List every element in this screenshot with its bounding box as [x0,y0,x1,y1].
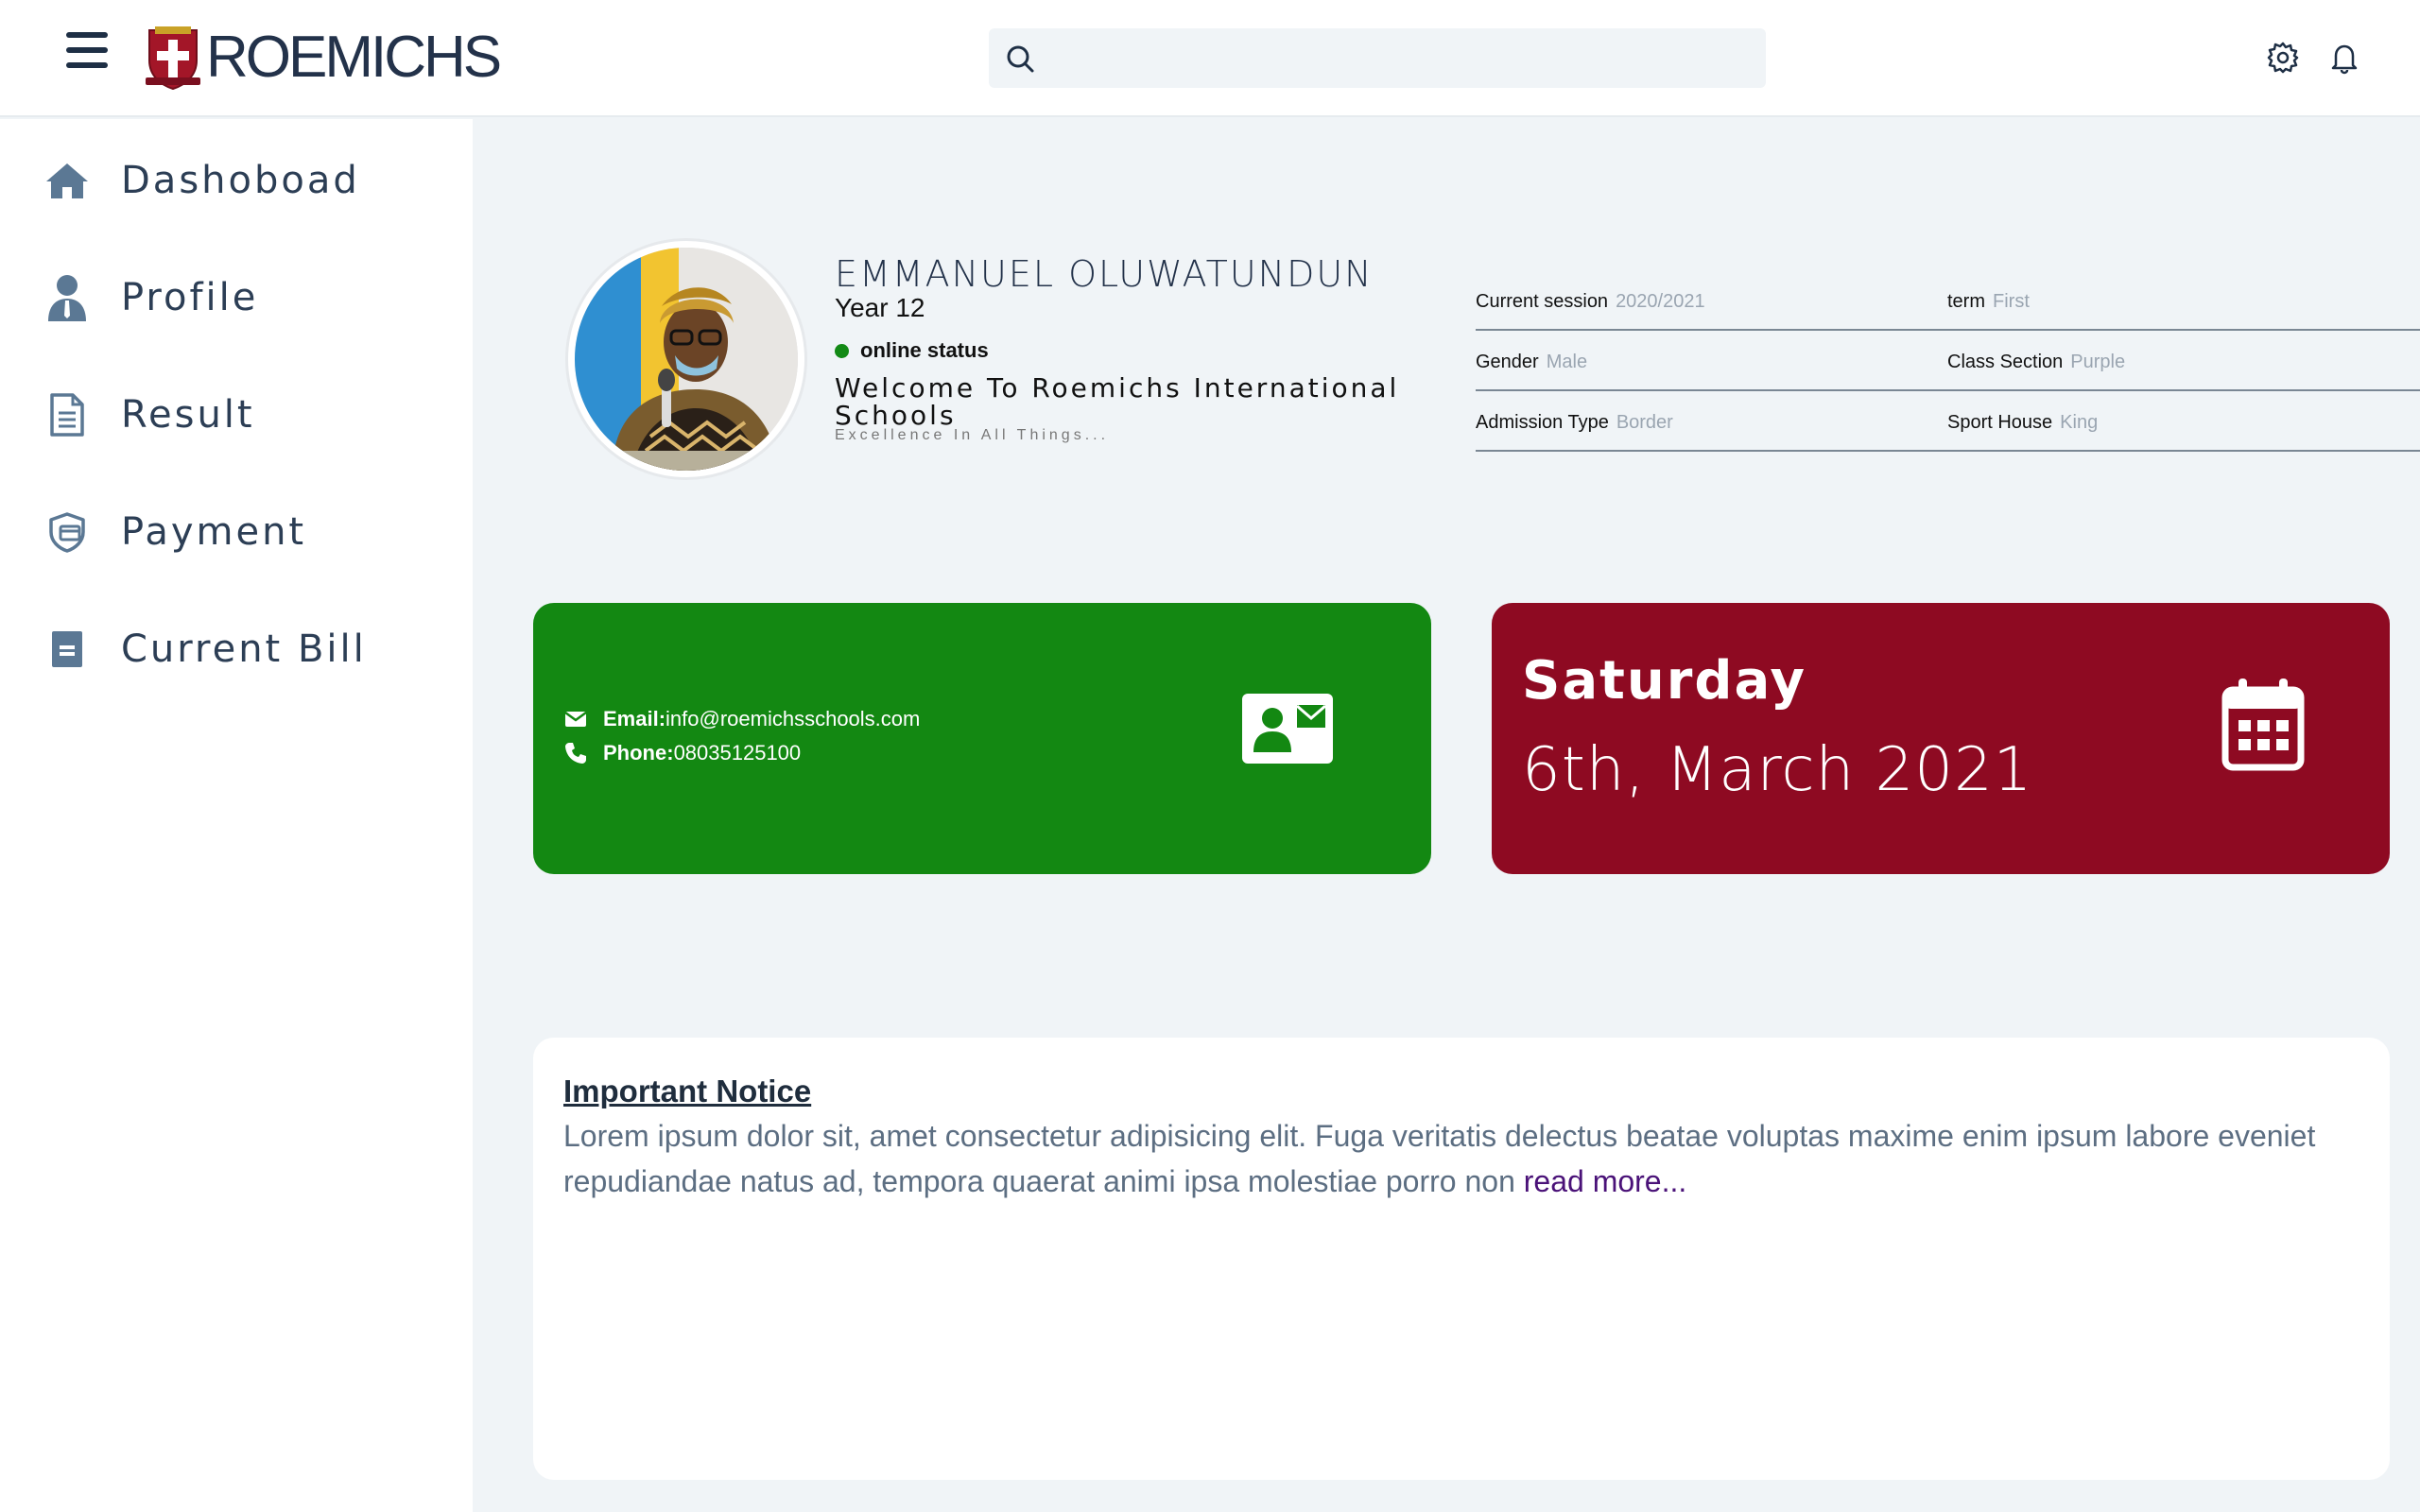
school-motto: Excellence In All Things... [835,427,1110,443]
logo[interactable]: ROEMICHS [142,25,502,91]
term-value: First [1993,291,2030,312]
gender-label: Gender [1476,352,1539,372]
online-status-label: online status [860,338,989,362]
current-session-label: Current session [1476,291,1609,312]
current-session: Current session 2020/2021 [1476,291,1705,313]
phone-label: Phone: [603,741,674,765]
hamburger-menu-icon[interactable] [66,32,108,70]
sport-house: Sport House King [1947,412,2098,434]
sport-house-label: Sport House [1947,412,2053,433]
search-input[interactable] [1036,28,1766,88]
profile-photo [575,248,798,471]
read-more-link[interactable]: read more... [1524,1164,1687,1198]
sidebar-item-label: Payment [121,510,307,554]
online-status-dot [835,343,849,358]
notice-text: Lorem ipsum dolor sit, amet consectetur … [563,1119,2316,1198]
term-label: term [1947,291,1985,312]
contact-card-icon [1242,694,1333,764]
search-bar[interactable] [989,28,1766,88]
welcome-message: Welcome To Roemichs International School… [835,372,1400,431]
notice-title[interactable]: Important Notice [563,1074,811,1109]
notice-body: Lorem ipsum dolor sit, amet consectetur … [563,1113,2369,1204]
online-status: online status [835,338,989,363]
email-value[interactable]: info@roemichsschools.com [666,707,920,731]
sidebar-item-dashboard[interactable]: Dashoboad [43,147,441,214]
student-name: EMMANUEL OLUWATUNDUN [835,253,1374,295]
sidebar-item-current-bill[interactable]: Current Bill [43,616,441,682]
bell-icon[interactable] [2327,40,2361,76]
term: term First [1947,291,2030,313]
sidebar: Dashoboad Profile Result Payment Current… [0,119,473,1512]
notice-card: Important Notice Lorem ipsum dolor sit, … [533,1038,2390,1480]
sidebar-item-label: Dashoboad [121,159,360,202]
sidebar-item-profile[interactable]: Profile [43,265,441,331]
date-text: 6th, March 2021 [1522,735,2033,805]
home-icon [43,157,91,204]
sidebar-item-label: Profile [121,276,259,319]
gender-value: Male [1546,352,1588,372]
bill-icon [43,626,91,673]
contact-card: Email: info@roemichsschools.com Phone: 080… [533,603,1431,874]
document-icon [43,391,91,438]
gear-icon[interactable] [2266,40,2300,76]
logo-text: ROEMICHS [206,25,502,90]
school-crest-icon [146,26,200,91]
student-year: Year 12 [835,293,925,322]
sport-house-value: King [2060,412,2099,433]
info-row: Gender Male Class Section Purple [1476,331,2420,391]
avatar[interactable] [565,238,807,480]
sidebar-item-label: Current Bill [121,627,367,671]
class-section: Class Section Purple [1947,352,2125,373]
date-card: Saturday 6th, March 2021 [1492,603,2390,874]
admission-type: Admission Type Border [1476,412,1673,434]
sidebar-item-label: Result [121,393,255,437]
gender: Gender Male [1476,352,1587,373]
class-section-value: Purple [2070,352,2126,372]
phone-icon [565,743,586,764]
info-row: Current session 2020/2021 term First [1476,270,2420,331]
envelope-icon [564,711,587,727]
top-bar: ROEMICHS [0,0,2420,117]
current-session-value: 2020/2021 [1616,291,1705,312]
phone-value[interactable]: 08035125100 [674,741,802,765]
day-name: Saturday [1522,650,1807,712]
sidebar-item-payment[interactable]: Payment [43,499,441,565]
admission-type-label: Admission Type [1476,412,1609,433]
payment-icon [43,508,91,556]
sidebar-item-result[interactable]: Result [43,382,441,448]
class-section-label: Class Section [1947,352,2064,372]
contact-phone: Phone: 08035125100 [563,741,801,765]
user-icon [43,274,91,321]
calendar-icon [2221,679,2305,771]
contact-email: Email: info@roemichsschools.com [563,707,920,731]
info-row: Admission Type Border Sport House King [1476,391,2420,452]
email-label: Email: [603,707,666,730]
admission-type-value: Border [1616,412,1673,433]
search-icon [1007,45,1034,72]
